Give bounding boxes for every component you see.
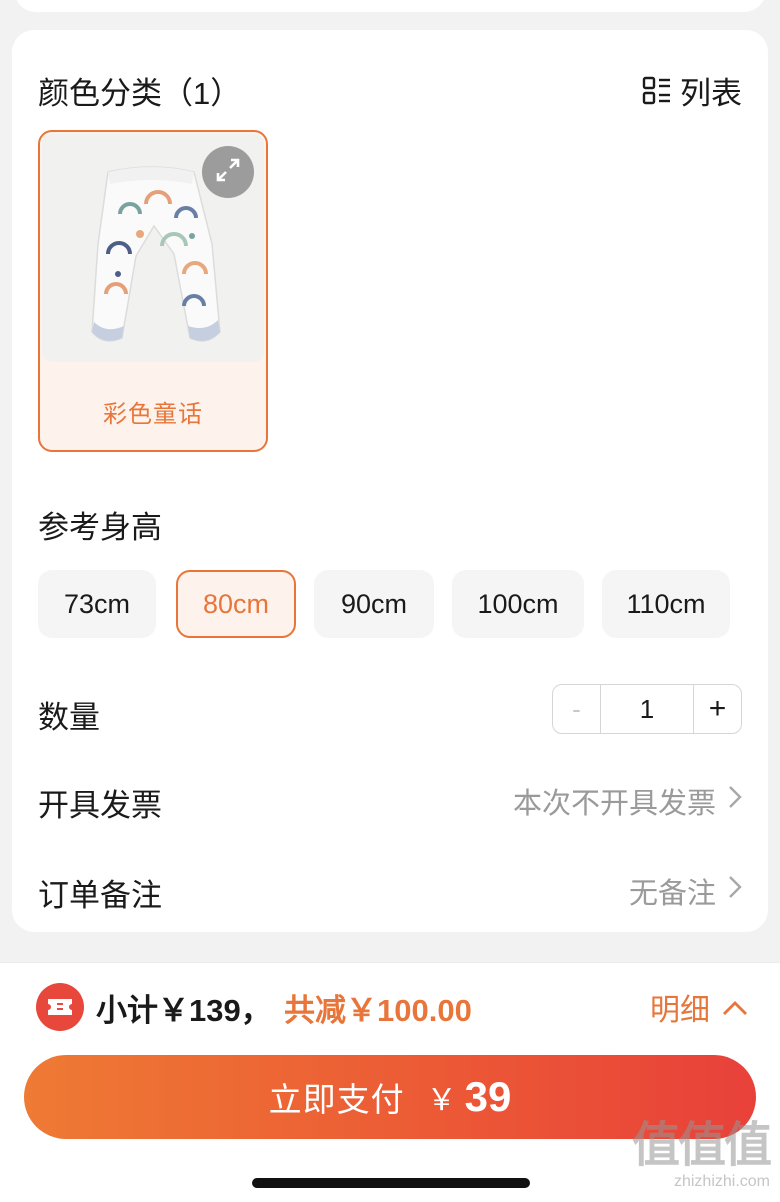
size-option-73cm[interactable]: 73cm <box>38 570 156 638</box>
color-section-title: 颜色分类（1） <box>38 76 242 111</box>
coupon-icon <box>36 983 84 1031</box>
sku-selector-card: 颜色分类（1） 列表 彩色童话 参考身高 73cm 80cm 90cm 100c… <box>12 30 768 932</box>
chevron-right-icon <box>728 784 742 818</box>
quantity-increase-button[interactable]: + <box>693 685 741 733</box>
quantity-label: 数量 <box>38 700 100 735</box>
invoice-label: 开具发票 <box>38 788 162 823</box>
pay-amount: 39 <box>464 1073 512 1120</box>
quantity-decrease-button[interactable]: - <box>553 685 601 733</box>
expand-image-button[interactable] <box>202 146 254 198</box>
order-note-label: 订单备注 <box>38 878 162 913</box>
subtotal-text: 小计￥139， <box>96 993 272 1028</box>
pay-currency: ￥ <box>426 1084 457 1117</box>
pay-now-label: 立即支付 <box>268 1081 405 1118</box>
order-note-value: 无备注 <box>628 878 716 910</box>
watermark-site: zhizhizhi.com <box>673 1173 770 1190</box>
chevron-up-icon <box>722 990 748 1024</box>
quantity-stepper: - 1 + <box>552 684 742 734</box>
list-view-icon <box>642 76 672 106</box>
size-option-110cm[interactable]: 110cm <box>602 570 730 638</box>
site-watermark: 值值值 zhizhizhi.com <box>620 1119 772 1200</box>
home-indicator[interactable] <box>252 1178 530 1188</box>
discount-text: 共减￥100.00 <box>284 993 472 1028</box>
color-option-label: 彩色童话 <box>103 401 203 428</box>
watermark-logo: 值值值 <box>631 1119 772 1172</box>
size-option-80cm[interactable]: 80cm <box>176 570 296 638</box>
view-toggle-button[interactable]: 列表 <box>642 68 742 113</box>
expand-icon <box>213 155 243 190</box>
previous-card <box>14 0 766 12</box>
size-option-90cm[interactable]: 90cm <box>314 570 434 638</box>
color-option-card[interactable]: 彩色童话 <box>38 130 268 452</box>
quantity-value[interactable]: 1 <box>601 685 693 733</box>
order-note-selector[interactable]: 无备注 <box>629 870 742 912</box>
view-toggle-label: 列表 <box>680 76 742 111</box>
price-detail-label: 明细 <box>650 994 710 1027</box>
invoice-value: 本次不开具发票 <box>512 788 716 820</box>
chevron-right-icon <box>728 874 742 908</box>
price-detail-button[interactable]: 明细 <box>650 985 748 1029</box>
size-section-title: 参考身高 <box>38 510 162 545</box>
product-thumbnail <box>42 134 264 362</box>
size-option-100cm[interactable]: 100cm <box>452 570 584 638</box>
invoice-selector[interactable]: 本次不开具发票 <box>513 780 742 822</box>
